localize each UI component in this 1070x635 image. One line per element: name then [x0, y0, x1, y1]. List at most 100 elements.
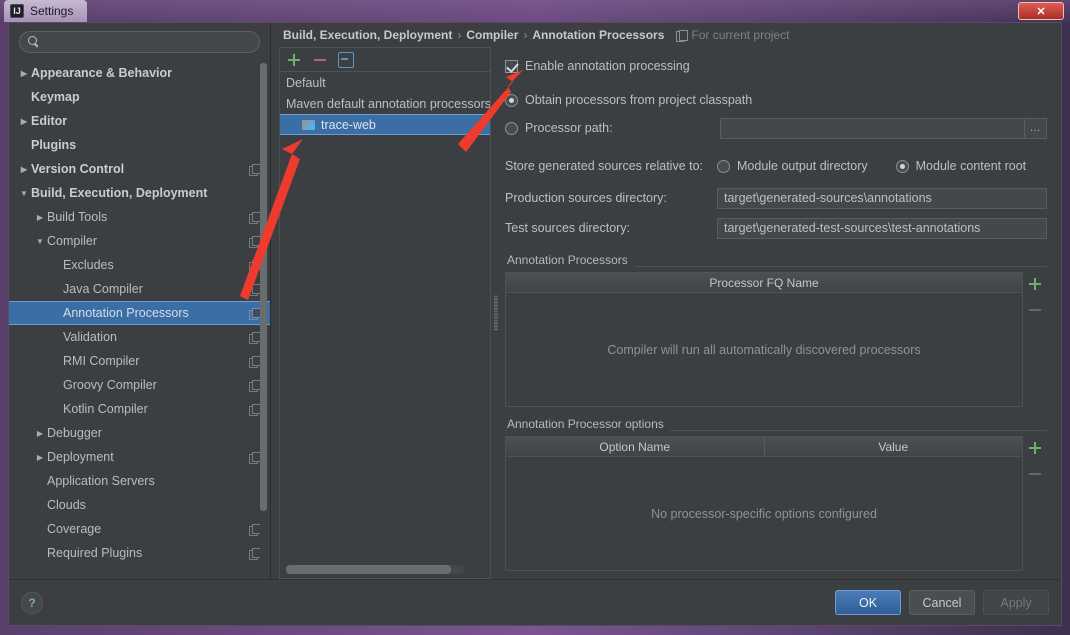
sidebar-item-editor[interactable]: ▶Editor [9, 109, 270, 133]
copy-settings-icon[interactable] [249, 380, 260, 391]
panel-splitter[interactable] [491, 47, 501, 579]
profile-list[interactable]: DefaultMaven default annotation processo… [279, 71, 491, 579]
copy-settings-icon[interactable] [249, 236, 260, 247]
remove-profile-button[interactable] [312, 52, 328, 68]
sidebar-item-appearance-behavior[interactable]: ▶Appearance & Behavior [9, 61, 270, 85]
profile-list-hscroll-thumb[interactable] [286, 565, 451, 574]
chevron-down-icon[interactable]: ▼ [33, 237, 47, 246]
production-sources-label: Production sources directory: [505, 191, 717, 205]
sidebar-item-clouds[interactable]: Clouds [9, 493, 270, 517]
sidebar-item-excludes[interactable]: Excludes [9, 253, 270, 277]
sidebar-item-plugins[interactable]: Plugins [9, 133, 270, 157]
sidebar-item-label: Annotation Processors [63, 306, 249, 320]
sidebar-item-label: Build Tools [47, 210, 249, 224]
column-header-option-name[interactable]: Option Name [506, 437, 765, 456]
copy-settings-icon[interactable] [249, 332, 260, 343]
copy-settings-icon[interactable] [249, 260, 260, 271]
module-content-root-radio[interactable] [896, 160, 909, 173]
copy-settings-icon[interactable] [249, 404, 260, 415]
copy-settings-icon[interactable] [249, 212, 260, 223]
settings-tree[interactable]: ▶Appearance & BehaviorKeymap▶EditorPlugi… [9, 59, 270, 579]
cancel-button[interactable]: Cancel [909, 590, 975, 615]
sidebar-item-label: Debugger [47, 426, 260, 440]
add-option-button[interactable] [1027, 440, 1043, 456]
profile-list-hscrollbar[interactable] [286, 565, 464, 574]
sidebar-item-groovy-compiler[interactable]: Groovy Compiler [9, 373, 270, 397]
remove-option-button[interactable] [1027, 466, 1043, 482]
help-icon[interactable]: ? [21, 592, 43, 614]
remove-processor-button[interactable] [1027, 302, 1043, 318]
test-sources-input[interactable]: target\generated-test-sources\test-annot… [717, 218, 1047, 239]
chevron-right-icon[interactable]: ▶ [33, 453, 47, 462]
processor-path-radio[interactable] [505, 122, 518, 135]
sidebar-item-application-servers[interactable]: Application Servers [9, 469, 270, 493]
sidebar-scrollbar-thumb[interactable] [260, 63, 267, 511]
add-processor-button[interactable] [1027, 276, 1043, 292]
copy-settings-icon[interactable] [249, 284, 260, 295]
sidebar-item-deployment[interactable]: ▶Deployment [9, 445, 270, 469]
module-output-directory-radio[interactable] [717, 160, 730, 173]
sidebar-item-version-control[interactable]: ▶Version Control [9, 157, 270, 181]
project-scope-icon [676, 30, 687, 41]
processors-table[interactable]: Processor FQ Name Compiler will run all … [505, 272, 1023, 407]
sidebar-item-build-execution-deployment[interactable]: ▼Build, Execution, Deployment [9, 181, 270, 205]
sidebar-item-kotlin-compiler[interactable]: Kotlin Compiler [9, 397, 270, 421]
chevron-right-icon[interactable]: ▶ [17, 117, 31, 126]
chevron-right-icon[interactable]: ▶ [33, 213, 47, 222]
copy-settings-icon[interactable] [249, 308, 260, 319]
move-to-profile-icon[interactable] [338, 52, 354, 68]
close-icon[interactable]: ✕ [1018, 2, 1064, 20]
processor-path-browse-button[interactable]: … [1025, 118, 1047, 139]
profile-list-item[interactable]: trace-web [280, 114, 490, 135]
sidebar-scrollbar[interactable] [260, 63, 267, 568]
sidebar-item-label: Kotlin Compiler [63, 402, 249, 416]
sidebar-item-annotation-processors[interactable]: Annotation Processors [9, 301, 270, 325]
profile-list-item[interactable]: Default [280, 72, 490, 93]
apply-button[interactable]: Apply [983, 590, 1049, 615]
sidebar-item-java-compiler[interactable]: Java Compiler [9, 277, 270, 301]
sidebar-item-label: Editor [31, 114, 260, 128]
sidebar-item-keymap[interactable]: Keymap [9, 85, 270, 109]
sidebar-item-validation[interactable]: Validation [9, 325, 270, 349]
chevron-right-icon[interactable]: ▶ [17, 69, 31, 78]
production-sources-row: Production sources directory: target\gen… [505, 183, 1047, 213]
copy-settings-icon[interactable] [249, 548, 260, 559]
breadcrumb-part-0[interactable]: Build, Execution, Deployment [283, 28, 452, 42]
search-input[interactable] [44, 34, 251, 50]
copy-settings-icon[interactable] [249, 524, 260, 535]
obtain-from-classpath-radio[interactable] [505, 94, 518, 107]
sidebar-item-debugger[interactable]: ▶Debugger [9, 421, 270, 445]
breadcrumb-part-1[interactable]: Compiler [466, 28, 518, 42]
sidebar-item-build-tools[interactable]: ▶Build Tools [9, 205, 270, 229]
options-table[interactable]: Option Name Value No processor-specific … [505, 436, 1023, 571]
store-relative-row: Store generated sources relative to: Mod… [505, 149, 1047, 183]
module-output-directory-label[interactable]: Module output directory [737, 159, 868, 173]
copy-settings-icon[interactable] [249, 452, 260, 463]
processors-table-wrap: Processor FQ Name Compiler will run all … [505, 272, 1047, 407]
chevron-right-icon[interactable]: ▶ [33, 429, 47, 438]
sidebar-item-rmi-compiler[interactable]: RMI Compiler [9, 349, 270, 373]
annotation-processors-group: Annotation Processors Processor FQ Name … [505, 253, 1047, 407]
enable-annotation-processing-checkbox[interactable] [505, 60, 518, 73]
processor-path-label: Processor path: [525, 121, 720, 135]
module-content-root-label[interactable]: Module content root [916, 159, 1027, 173]
chevron-right-icon[interactable]: ▶ [17, 165, 31, 174]
options-table-actions [1023, 436, 1047, 571]
column-header-value[interactable]: Value [765, 437, 1023, 456]
sidebar-item-coverage[interactable]: Coverage [9, 517, 270, 541]
ok-button[interactable]: OK [835, 590, 901, 615]
sidebar-item-required-plugins[interactable]: Required Plugins [9, 541, 270, 565]
chevron-down-icon[interactable]: ▼ [17, 189, 31, 198]
column-header-processor-fq-name[interactable]: Processor FQ Name [506, 273, 1022, 292]
scope-label: For current project [691, 28, 789, 42]
sidebar-item-compiler[interactable]: ▼Compiler [9, 229, 270, 253]
copy-settings-icon[interactable] [249, 356, 260, 367]
profile-list-item[interactable]: Maven default annotation processors [280, 93, 490, 114]
obtain-from-classpath-label[interactable]: Obtain processors from project classpath [525, 93, 752, 107]
enable-annotation-processing-label[interactable]: Enable annotation processing [525, 59, 690, 73]
add-profile-button[interactable] [286, 52, 302, 68]
copy-settings-icon[interactable] [249, 164, 260, 175]
search-box[interactable] [19, 31, 260, 53]
processor-path-input[interactable] [720, 118, 1025, 139]
production-sources-input[interactable]: target\generated-sources\annotations [717, 188, 1047, 209]
